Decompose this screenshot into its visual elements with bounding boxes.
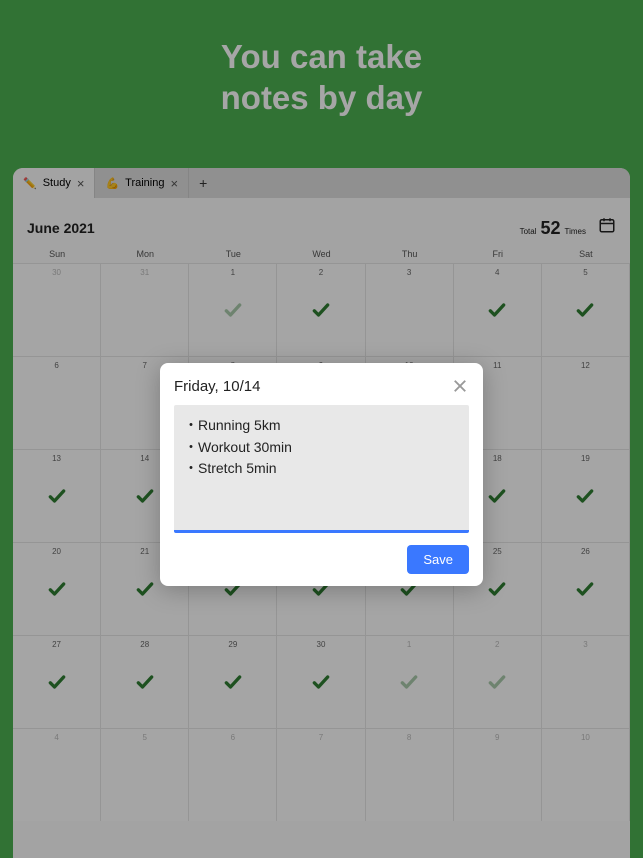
save-button[interactable]: Save: [407, 545, 469, 574]
close-icon[interactable]: [451, 377, 469, 395]
note-line: ・Workout 30min: [184, 437, 459, 459]
modal-title: Friday, 10/14: [174, 378, 260, 395]
note-line: ・Running 5km: [184, 415, 459, 437]
note-modal: Friday, 10/14 ・Running 5km・Workout 30min…: [160, 363, 483, 586]
note-textarea[interactable]: ・Running 5km・Workout 30min・Stretch 5min: [174, 405, 469, 533]
note-line: ・Stretch 5min: [184, 458, 459, 480]
